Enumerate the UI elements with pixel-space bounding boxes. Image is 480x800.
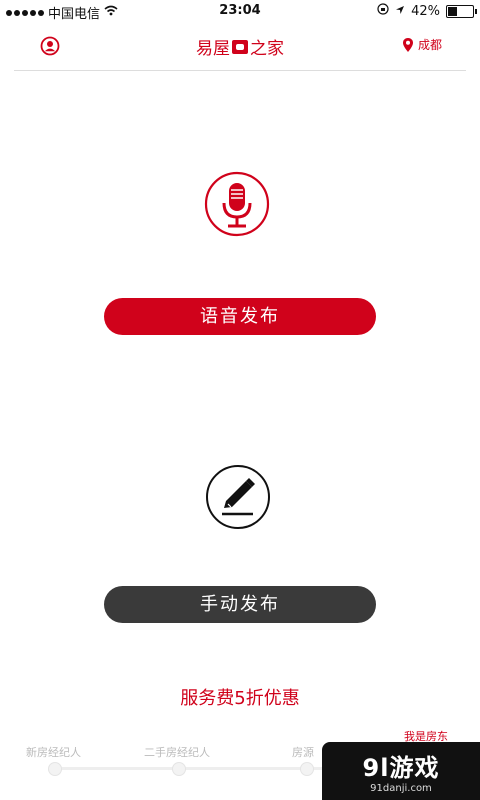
manual-publish-button[interactable]: 手动发布 (104, 586, 376, 623)
pencil-icon[interactable] (205, 464, 271, 530)
battery-percent: 42% (411, 3, 440, 19)
role-label-new-agent[interactable]: 新房经纪人 (26, 744, 81, 760)
city-name: 成都 (417, 38, 442, 52)
title-part-2: 之家 (250, 39, 284, 59)
battery-icon (446, 4, 477, 18)
role-label-listing[interactable]: 房源 (292, 744, 314, 760)
role-label-second-hand-agent[interactable]: 二手房经纪人 (144, 744, 210, 760)
title-part-1: 易屋 (196, 39, 230, 59)
watermark-url: 91danji.com (370, 783, 432, 794)
status-right: 42% (377, 3, 477, 19)
site-watermark: 9l游戏 91danji.com (322, 742, 480, 800)
promo-text: 服务费5折优惠 (180, 688, 300, 709)
slider-stop-2[interactable] (172, 762, 186, 776)
slider-stop-1[interactable] (48, 762, 62, 776)
location-arrow-icon (395, 4, 405, 19)
slider-stop-3[interactable] (300, 762, 314, 776)
watermark-logo-text: 9l游戏 (362, 754, 440, 782)
city-selector[interactable]: 成都 (402, 36, 442, 53)
app-header: 易屋 之家 成都 (14, 22, 466, 71)
location-pin-icon (402, 37, 413, 52)
status-bar: 中国电信 23:04 42% (0, 0, 480, 22)
app-title: 易屋 之家 (14, 34, 466, 59)
microphone-icon[interactable] (204, 171, 270, 237)
rotation-lock-icon (377, 3, 389, 19)
house-logo-icon (232, 39, 248, 54)
voice-publish-button[interactable]: 语音发布 (104, 298, 376, 335)
